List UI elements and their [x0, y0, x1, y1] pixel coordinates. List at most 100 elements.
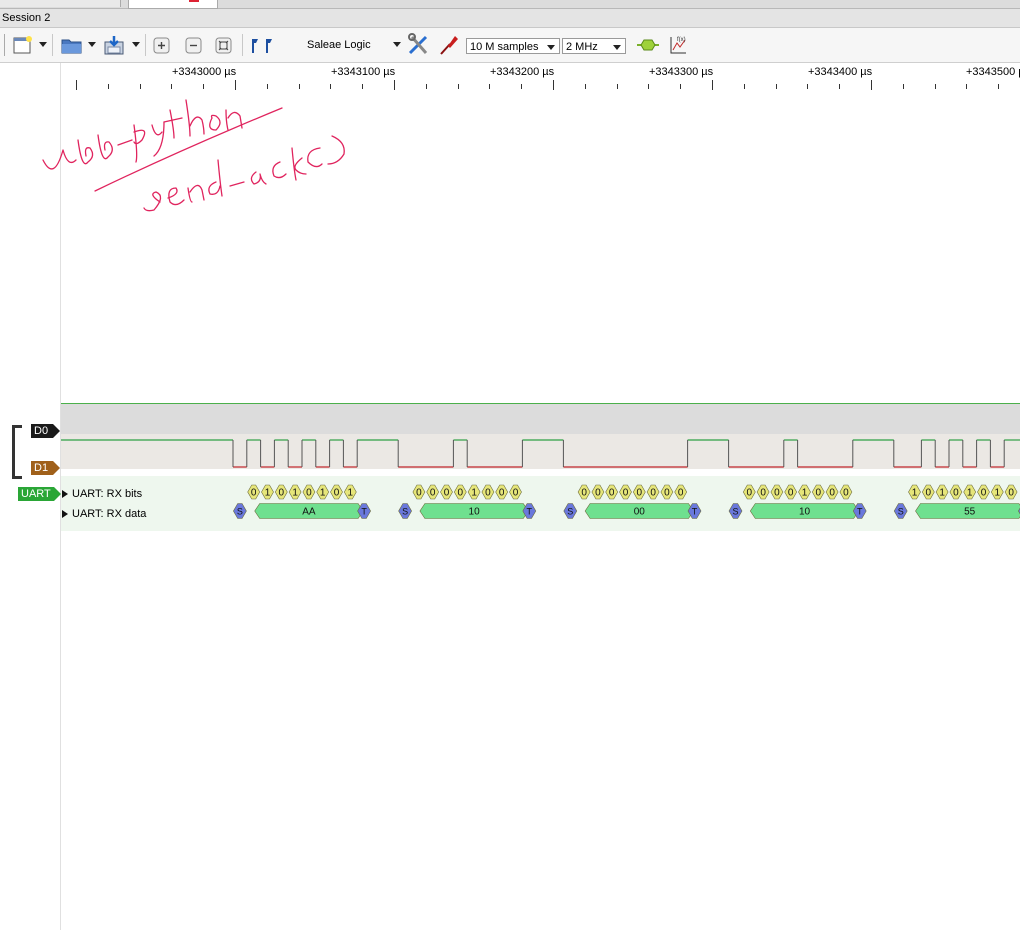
waveform-area[interactable]: S 0 1 0 1 0 1 0 1 AA T S 0 0 0 0 1 0 0 0 10 T S 0 0 0 0 0 0 0 0 00 T S 0 0 0…: [61, 398, 1020, 531]
analyzer-icon[interactable]: [636, 35, 660, 55]
uart-bit-value: 1: [967, 488, 973, 499]
toolbar-separator: [242, 34, 243, 56]
ruler-minor-tick: [902, 84, 904, 89]
tab-close-mark[interactable]: [189, 0, 199, 2]
sample-rate-value: 2 MHz: [566, 41, 598, 53]
new-session-icon[interactable]: [12, 35, 34, 55]
uart-stop-marker-text: T: [527, 507, 533, 517]
uart-bit-value: 0: [774, 488, 780, 499]
uart-decoded-frames: S0 1 0 1 0 1 0 1AA T S0 0 0 0 1 0 0 010 T S0 0 0 0 0 0 0 000 T S0 0 0…: [233, 484, 1020, 519]
uart-bit-value: 0: [416, 488, 422, 499]
device-name[interactable]: Saleae Logic: [307, 39, 371, 51]
device-options-icon[interactable]: [406, 33, 432, 57]
uart-data-value: 10: [799, 507, 811, 518]
ruler-minor-tick: [330, 84, 332, 89]
device-dropdown-icon[interactable]: [393, 42, 401, 47]
start-capture-probe-icon[interactable]: [438, 33, 460, 57]
uart-bit-value: 1: [348, 488, 354, 499]
uart-stop-marker-text: T: [361, 507, 367, 517]
document-tab[interactable]: [0, 0, 121, 7]
uart-start-marker-text: S: [237, 507, 243, 517]
session-tab-label[interactable]: Session 2: [2, 12, 50, 24]
ruler-major-tick: [76, 80, 77, 90]
uart-stop-marker-text: T: [692, 507, 698, 517]
new-session-dropdown-icon[interactable]: [39, 42, 47, 47]
document-tab-active[interactable]: [128, 0, 218, 9]
uart-bit-value: 0: [444, 488, 450, 499]
uart-bit-value: 0: [251, 488, 257, 499]
ruler-minor-tick: [616, 84, 618, 89]
zoom-in-icon[interactable]: [152, 35, 172, 55]
sample-rate-select[interactable]: 2 MHz: [562, 38, 626, 54]
uart-bit-value: 0: [513, 488, 519, 499]
open-folder-icon[interactable]: [60, 35, 84, 55]
time-label: +3343100 µs: [331, 66, 396, 78]
uart-bit-value: 0: [306, 488, 312, 499]
uart-bit-value: 0: [747, 488, 753, 499]
uart-bit-value: 1: [471, 488, 477, 499]
uart-stop-marker-text: T: [857, 507, 863, 517]
ruler-minor-tick: [489, 84, 491, 89]
toolbar-grip: [4, 34, 5, 56]
ruler-major-tick: [394, 80, 395, 90]
save-dropdown-icon[interactable]: [132, 42, 140, 47]
uart-bit-value: 0: [595, 488, 601, 499]
zoom-fit-icon[interactable]: [214, 35, 234, 55]
open-dropdown-icon[interactable]: [88, 42, 96, 47]
ruler-minor-tick: [584, 84, 586, 89]
channel-d0-tag[interactable]: D0: [31, 424, 60, 438]
uart-bit-value: 1: [939, 488, 945, 499]
ruler-minor-tick: [425, 84, 427, 89]
uart-bit-value: 1: [995, 488, 1001, 499]
session-bar: Session 2: [0, 9, 1020, 28]
uart-bit-value: 0: [485, 488, 491, 499]
ruler-major-tick: [235, 80, 236, 90]
measurement-fx-icon[interactable]: f(x): [668, 35, 688, 55]
channel-d1-tag[interactable]: D1: [31, 461, 60, 475]
time-label: +3343200 µs: [490, 66, 555, 78]
save-export-icon[interactable]: [102, 35, 128, 55]
uart-bit-value: 0: [279, 488, 285, 499]
ruler-minor-tick: [998, 84, 1000, 89]
ruler-major-tick: [871, 80, 872, 90]
uart-data-value: 10: [469, 507, 481, 518]
handwritten-annotation: [42, 99, 345, 212]
svg-text:f(x): f(x): [677, 37, 686, 43]
uart-rx-data-label[interactable]: UART: RX data: [62, 508, 146, 520]
ruler-minor-tick: [107, 84, 109, 89]
uart-bit-value: 0: [1008, 488, 1014, 499]
uart-bit-value: 1: [320, 488, 326, 499]
main-toolbar: Saleae Logic 10 M samples 2 MHz f(x): [0, 28, 1020, 63]
channel-d1-waveform: [61, 439, 1020, 468]
uart-bit-value: 0: [581, 488, 587, 499]
ruler-minor-tick: [680, 84, 682, 89]
uart-bit-value: 0: [926, 488, 932, 499]
uart-bit-value: 0: [334, 488, 340, 499]
zoom-out-icon[interactable]: [184, 35, 204, 55]
channel-d0-lane[interactable]: [61, 403, 1020, 434]
uart-bit-value: 0: [843, 488, 849, 499]
uart-start-marker-text: S: [567, 507, 573, 517]
uart-start-marker-text: S: [898, 507, 904, 517]
chevron-down-icon: [613, 45, 621, 50]
uart-bit-value: 0: [953, 488, 959, 499]
time-label: +3343500 µs: [966, 66, 1020, 78]
sample-count-select[interactable]: 10 M samples: [466, 38, 560, 54]
uart-analyzer-tag[interactable]: UART: [18, 487, 61, 501]
ruler-minor-tick: [203, 84, 205, 89]
uart-bit-value: 0: [609, 488, 615, 499]
uart-data-value: 55: [964, 507, 976, 518]
ruler-minor-tick: [298, 84, 300, 89]
document-tab-strip: [0, 0, 1020, 9]
ruler-minor-tick: [934, 84, 936, 89]
toolbar-separator: [145, 34, 146, 56]
ruler-minor-tick: [648, 84, 650, 89]
ruler-minor-tick: [171, 84, 173, 89]
sample-count-value: 10 M samples: [470, 41, 539, 53]
channel-group-bracket: [12, 425, 22, 479]
timing-markers-icon[interactable]: [249, 35, 275, 55]
uart-start-marker-text: S: [732, 507, 738, 517]
uart-data-value: 00: [634, 507, 646, 518]
uart-rx-bits-label[interactable]: UART: RX bits: [62, 488, 142, 500]
uart-bit-value: 0: [664, 488, 670, 499]
